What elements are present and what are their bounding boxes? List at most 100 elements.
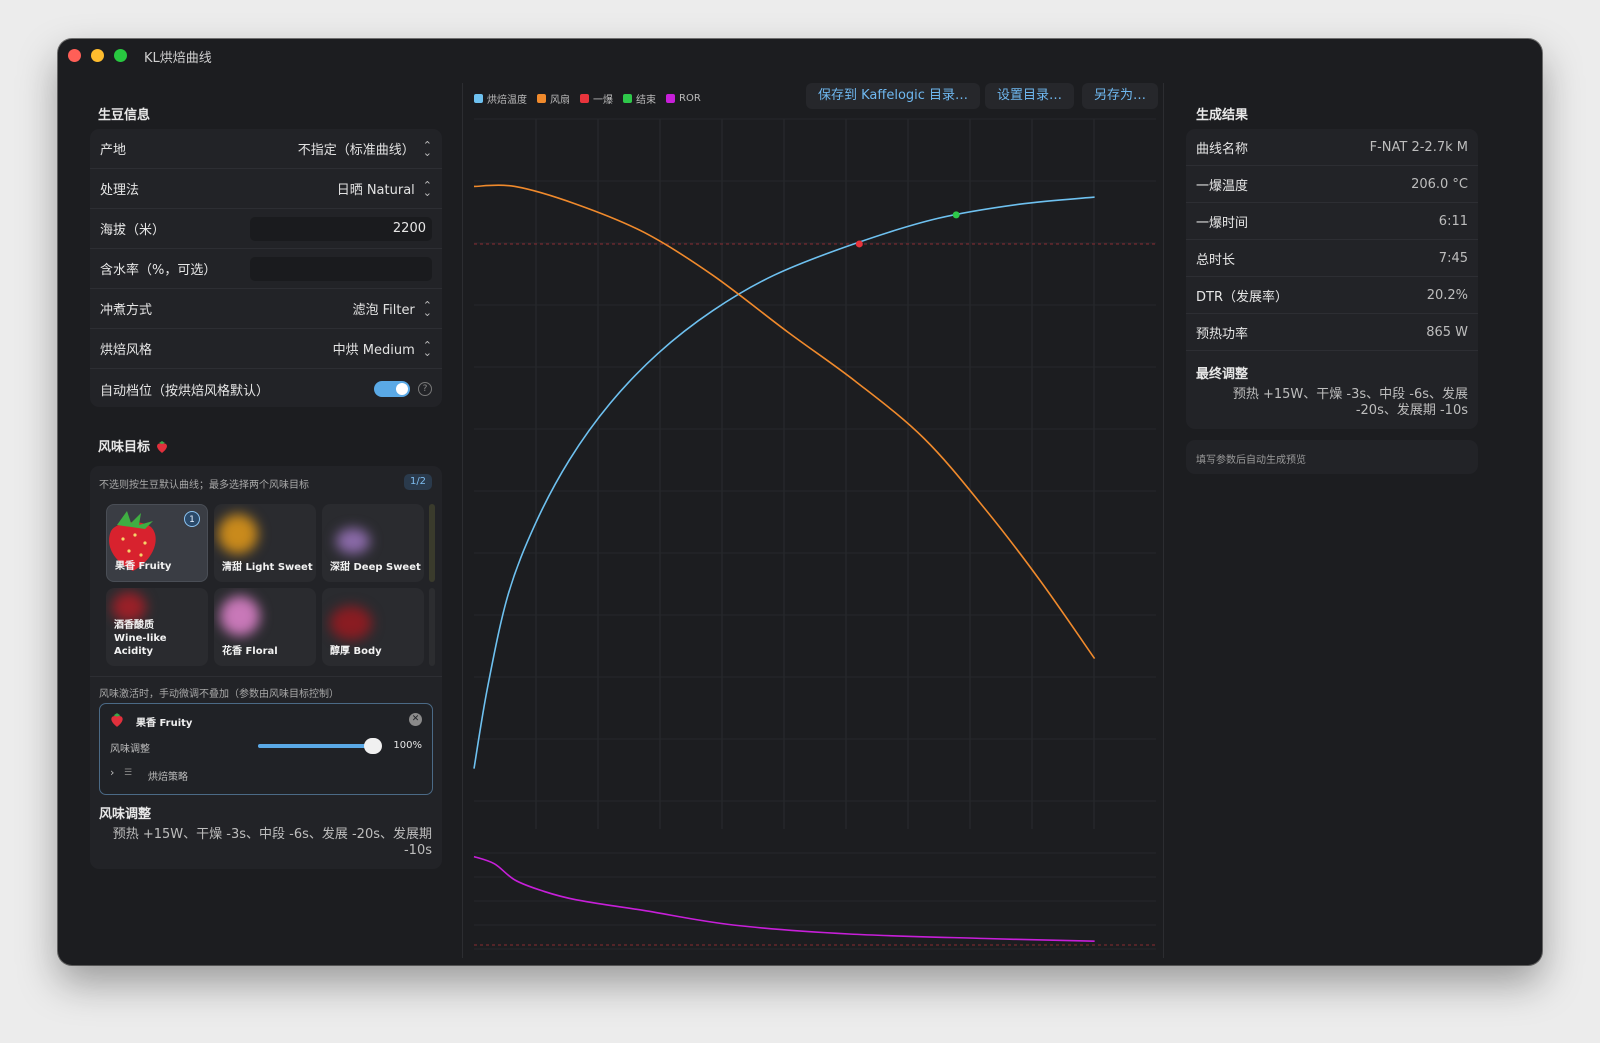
flavor-tile-label: 清甜 Light Sweet xyxy=(222,562,313,573)
app-window: KL烘焙曲线 生豆信息 产地 不指定（标准曲线） ⌃ ⌄ 处理法 日晒 Natura… xyxy=(58,39,1542,965)
right-divider xyxy=(1163,83,1164,958)
flavor-target-title: 风味目标 xyxy=(98,440,151,455)
process-row[interactable]: 处理法 日晒 Natural ⌃ ⌄ xyxy=(90,169,442,209)
legend-label: 风扇 xyxy=(550,95,570,106)
flavor-hint: 不选则按生豆默认曲线；最多选择两个风味目标 xyxy=(99,480,309,491)
flavor-adjust-slider-thumb[interactable] xyxy=(364,738,382,754)
brew-label: 冲煮方式 xyxy=(100,303,153,318)
legend-label: 结束 xyxy=(636,95,656,106)
body-image xyxy=(330,606,372,640)
flavor-tile-label: 花香 Floral xyxy=(222,646,278,657)
chevron-updown-icon[interactable]: ⌃ ⌄ xyxy=(423,340,432,358)
light-sweet-image xyxy=(218,514,258,554)
flavor-tile-label: 深甜 Deep Sweet xyxy=(330,562,421,573)
altitude-row: 海拔（米） 2200 xyxy=(90,209,442,249)
origin-row[interactable]: 产地 不指定（标准曲线） ⌃ ⌄ xyxy=(90,129,442,169)
chevron-updown-icon[interactable]: ⌃ ⌄ xyxy=(423,300,432,318)
result-value: 20.2% xyxy=(1426,287,1468,303)
window-title: KL烘焙曲线 xyxy=(144,51,212,66)
flavor-adjust-fill xyxy=(258,744,378,748)
result-label: DTR（发展率） xyxy=(1196,289,1288,305)
auto-gear-row: 自动档位（按烘焙风格默认） ? xyxy=(90,369,442,409)
roast-style-row[interactable]: 烘焙风格 中烘 Medium ⌃ ⌄ xyxy=(90,329,442,369)
set-directory-button[interactable]: 设置目录… xyxy=(985,83,1075,109)
flavor-tile-label: 果香 Fruity xyxy=(115,561,172,572)
active-flavor-name: 果香 Fruity xyxy=(136,718,193,729)
brew-row[interactable]: 冲煮方式 滤泡 Filter ⌃ ⌄ xyxy=(90,289,442,329)
preview-note: 填写参数后自动生成预览 xyxy=(1196,455,1306,466)
roast-style-select[interactable]: 中烘 Medium xyxy=(333,339,415,358)
legend-label: 一爆 xyxy=(593,95,613,106)
flavor-tile-wine-acidity[interactable]: 酒香酸质 Wine-like Acidity xyxy=(106,588,208,666)
origin-label: 产地 xyxy=(100,143,127,158)
moisture-input[interactable] xyxy=(250,256,432,281)
flavor-adjust-track[interactable] xyxy=(258,738,382,754)
flavor-tile-floral[interactable]: 花香 Floral xyxy=(214,588,316,666)
preview-note-card: 填写参数后自动生成预览 xyxy=(1186,440,1478,474)
result-label: 一爆温度 xyxy=(1196,178,1249,194)
flavor-tile-body[interactable]: 醇厚 Body xyxy=(322,588,424,666)
flavor-tile-deep-sweet[interactable]: 深甜 Deep Sweet xyxy=(322,504,424,582)
flavor-tile-label-wrap: 酒香酸质 Wine-like Acidity xyxy=(114,619,208,658)
save-to-kaffelogic-button[interactable]: 保存到 Kaffelogic 目录… xyxy=(806,83,981,109)
chart-legend: 烘焙温度 风扇 一爆 结束 ROR xyxy=(474,91,701,106)
result-label: 总时长 xyxy=(1196,252,1236,268)
result-value: 865 W xyxy=(1426,324,1468,340)
chevron-updown-icon[interactable]: ⌃ ⌄ xyxy=(423,180,432,198)
result-value: 6:11 xyxy=(1438,213,1468,229)
altitude-input[interactable]: 2200 xyxy=(250,216,432,241)
bean-info-title: 生豆信息 xyxy=(98,108,151,123)
process-select[interactable]: 日晒 Natural xyxy=(337,179,415,198)
result-value: 206.0 °C xyxy=(1411,176,1468,192)
strawberry-icon xyxy=(110,712,124,732)
legend-item-fan: 风扇 xyxy=(537,91,570,106)
separator xyxy=(90,676,442,677)
titlebar: KL烘焙曲线 xyxy=(58,39,1542,75)
legend-item-first-crack: 一爆 xyxy=(580,91,613,106)
result-row: 曲线名称 F-NAT 2-2.7k M xyxy=(1186,129,1478,166)
flavor-note: 风味激活时，手动微调不叠加（参数由风味目标控制） xyxy=(99,689,339,700)
selection-order-badge: 1 xyxy=(184,511,200,527)
list-icon: ☰ xyxy=(124,768,133,778)
help-icon[interactable]: ? xyxy=(418,382,432,396)
left-divider xyxy=(462,83,463,958)
auto-gear-toggle[interactable] xyxy=(374,381,410,397)
close-window-button[interactable] xyxy=(68,49,81,62)
flavor-adjust-value: 100% xyxy=(393,740,422,751)
result-label: 预热功率 xyxy=(1196,326,1249,342)
results-card: 曲线名称 F-NAT 2-2.7k M 一爆温度 206.0 °C 一爆时间 6:11… xyxy=(1186,129,1478,429)
final-adjust-text: 预热 +15W、干燥 -3s、中段 -6s、发展 -20s、发展期 -10s xyxy=(1232,387,1468,418)
zoom-window-button[interactable] xyxy=(114,49,127,62)
result-row: 一爆温度 206.0 °C xyxy=(1186,166,1478,203)
process-label: 处理法 xyxy=(100,183,140,198)
flavor-adjust-title: 风味调整 xyxy=(99,807,152,822)
result-row: 预热功率 865 W xyxy=(1186,314,1478,351)
chart-panel: 烘焙温度 风扇 一爆 结束 ROR 保存到 Kaffelogic 目录… 设置目… xyxy=(468,83,1163,963)
flavor-adjust-text: 预热 +15W、干燥 -3s、中段 -6s、发展 -20s、发展期 -10s xyxy=(112,827,432,858)
deep-sweet-image xyxy=(336,528,370,554)
wine-image xyxy=(112,592,146,622)
roast-chart[interactable] xyxy=(468,113,1163,963)
flavor-tile-light-sweet[interactable]: 清甜 Light Sweet xyxy=(214,504,316,582)
active-flavor-card: 果香 Fruity ✕ 风味调整 100% › ☰ 烘焙策略 xyxy=(99,703,433,795)
flavor-tile-label-zh: 酒香酸质 xyxy=(114,620,154,631)
flavor-tile-label: 醇厚 Body xyxy=(330,646,382,657)
save-as-button[interactable]: 另存为… xyxy=(1082,83,1159,109)
minimize-window-button[interactable] xyxy=(91,49,104,62)
origin-select[interactable]: 不指定（标准曲线） xyxy=(298,139,415,158)
legend-label: 烘焙温度 xyxy=(487,95,527,106)
chevron-right-icon[interactable]: › xyxy=(110,766,114,779)
chevron-updown-icon[interactable]: ⌃ ⌄ xyxy=(423,140,432,158)
brew-select[interactable]: 滤泡 Filter xyxy=(352,299,414,318)
final-adjust-label: 最终调整 xyxy=(1196,367,1249,382)
series-line-ror xyxy=(473,855,1095,942)
result-value: F-NAT 2-2.7k M xyxy=(1369,139,1468,155)
remove-flavor-icon[interactable]: ✕ xyxy=(409,713,422,726)
flavor-count-badge: 1/2 xyxy=(404,474,432,490)
flavor-tile-label-en: Wine-like Acidity xyxy=(114,633,167,657)
flavor-adjust-label: 风味调整 xyxy=(110,744,150,755)
roast-style-label: 烘焙风格 xyxy=(100,343,153,358)
strategy-label[interactable]: 烘焙策略 xyxy=(148,768,188,783)
flavor-tile-fruity[interactable]: 1 果香 Fruity xyxy=(106,504,208,582)
legend-item-ror: ROR xyxy=(666,93,701,104)
